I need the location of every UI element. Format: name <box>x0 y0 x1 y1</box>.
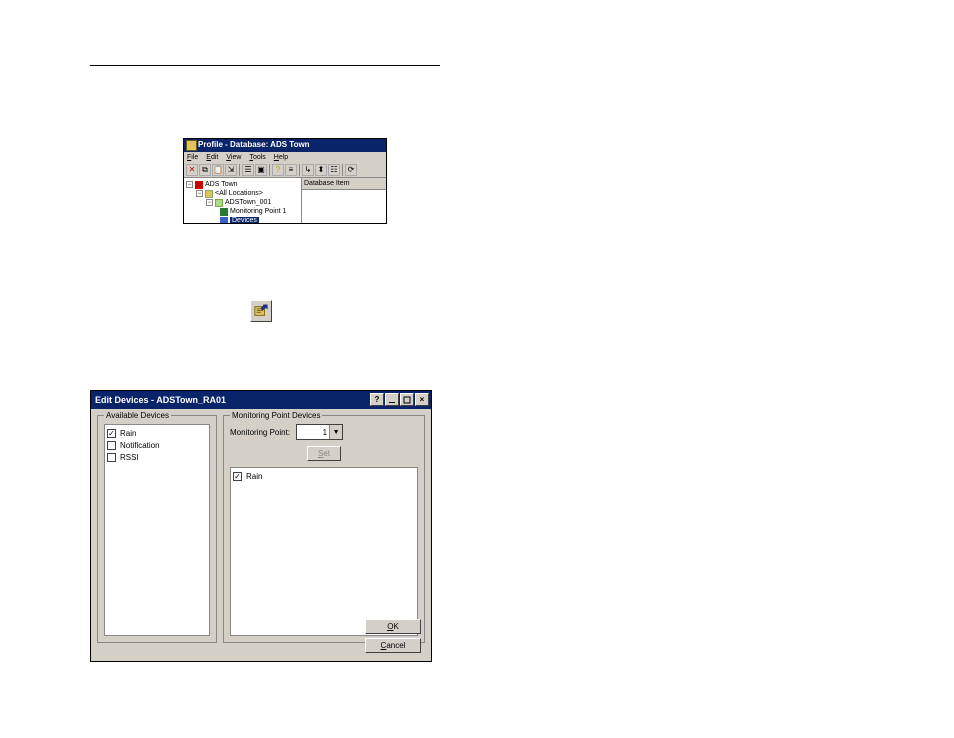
profile-window: Profile - Database: ADS Town File Edit V… <box>183 138 387 224</box>
dialog-buttons: OK Cancel <box>365 619 421 653</box>
tree-all-locations[interactable]: − <All Locations> <box>186 189 301 198</box>
tb-expand-icon[interactable]: ↳ <box>302 164 314 176</box>
details-body <box>302 190 386 224</box>
titlebar-help-button[interactable]: ? <box>370 393 384 406</box>
available-devices-list[interactable]: ✓ Rain Notification RSSI <box>104 424 210 636</box>
tree-mp-label: Monitoring Point 1 <box>230 208 286 215</box>
tb-list-icon[interactable]: ☷ <box>328 164 340 176</box>
tb-props-icon[interactable]: ☰ <box>242 164 254 176</box>
tb-collapse-icon[interactable]: ⬍ <box>315 164 327 176</box>
profile-titlebar: Profile - Database: ADS Town <box>184 139 386 152</box>
list-item[interactable]: ✓ Rain <box>107 427 207 439</box>
tb-import-icon[interactable]: ⇲ <box>225 164 237 176</box>
toolbar-separator <box>239 164 240 176</box>
db-icon <box>195 181 203 189</box>
titlebar-close-button[interactable]: × <box>415 393 429 406</box>
menu-view[interactable]: View <box>226 154 241 161</box>
checkbox[interactable]: ✓ <box>107 429 116 438</box>
list-item-label: Rain <box>120 429 136 438</box>
chevron-down-icon[interactable]: ▼ <box>329 425 342 439</box>
tree-mp[interactable]: Monitoring Point 1 <box>186 207 301 216</box>
toolbar-separator <box>342 164 343 176</box>
tb-help-icon[interactable]: ? <box>272 164 284 176</box>
mp-icon <box>220 208 228 216</box>
tree-all-loc-label: <All Locations> <box>215 190 263 197</box>
mp-label: Monitoring Point: <box>230 428 290 437</box>
titlebar-controls: ? × <box>370 393 429 406</box>
list-item[interactable]: Notification <box>107 439 207 451</box>
app-icon <box>186 140 197 151</box>
toolbar: ✕ ⧉ 📋 ⇲ ☰ ▣ ? ≡ ↳ ⬍ ☷ ⟳ <box>184 163 386 178</box>
titlebar-min-button[interactable] <box>385 393 399 406</box>
devices-icon <box>220 217 228 225</box>
cancel-button[interactable]: Cancel <box>365 638 421 653</box>
tree-location[interactable]: − ADSTown_001 <box>186 198 301 207</box>
list-item-label: Notification <box>120 441 160 450</box>
tree-pane[interactable]: − ADS Town − <All Locations> − ADSTown_0… <box>184 178 302 224</box>
collapse-icon[interactable]: − <box>186 181 193 188</box>
monitoring-point-row: Monitoring Point: ▼ <box>230 424 418 440</box>
list-item-label: RSSI <box>120 453 139 462</box>
list-item-label: Rain <box>246 472 262 481</box>
tree-location-label: ADSTown_001 <box>225 199 271 206</box>
toolbar-separator <box>269 164 270 176</box>
tree-devices-label: Devices <box>230 217 259 224</box>
menu-file-label: ile <box>191 154 198 161</box>
menu-tools[interactable]: Tools <box>249 154 265 161</box>
available-legend: Available Devices <box>104 411 171 420</box>
tb-contents-icon[interactable]: ≡ <box>285 164 297 176</box>
tb-paste-icon[interactable]: 📋 <box>212 164 224 176</box>
device-properties-button[interactable] <box>250 300 272 322</box>
dialog-titlebar: Edit Devices - ADSTown_RA01 ? × <box>91 391 431 409</box>
menu-bar: File Edit View Tools Help <box>184 152 386 163</box>
ok-button[interactable]: OK <box>365 619 421 634</box>
checkbox[interactable] <box>107 453 116 462</box>
details-pane: Database Item <box>302 178 386 224</box>
tb-sync-icon[interactable]: ⟳ <box>345 164 357 176</box>
tree-root[interactable]: − ADS Town <box>186 180 301 189</box>
mp-combobox[interactable]: ▼ <box>296 424 343 440</box>
monitor-icon <box>215 199 223 207</box>
set-button[interactable]: Set <box>307 446 341 461</box>
folder-icon <box>205 190 213 198</box>
list-item[interactable]: RSSI <box>107 451 207 463</box>
dialog-title-text: Edit Devices - ADSTown_RA01 <box>95 395 226 405</box>
dialog-body: Available Devices ✓RainNotificationRSSI … <box>91 409 431 643</box>
tree-devices[interactable]: Devices <box>186 216 301 224</box>
collapse-icon[interactable]: − <box>206 199 213 206</box>
profile-title-text: Profile - Database: ADS Town <box>198 140 310 149</box>
collapse-icon[interactable]: − <box>196 190 203 197</box>
toolbar-separator <box>299 164 300 176</box>
checkbox[interactable]: ✓ <box>233 472 242 481</box>
checkbox[interactable] <box>107 441 116 450</box>
tree-root-label: ADS Town <box>205 181 238 188</box>
tb-devices-icon[interactable]: ▣ <box>255 164 267 176</box>
edit-devices-dialog: Edit Devices - ADSTown_RA01 ? × Availabl… <box>90 390 432 662</box>
titlebar-max-button[interactable] <box>400 393 414 406</box>
profile-body: − ADS Town − <All Locations> − ADSTown_0… <box>184 178 386 224</box>
mp-devices-list[interactable]: ✓ Rain <box>230 467 418 636</box>
details-header: Database Item <box>302 178 386 190</box>
mp-devices-group: Monitoring Point Devices Monitoring Poin… <box>223 415 425 643</box>
menu-edit[interactable]: Edit <box>206 154 218 161</box>
horizontal-rule <box>90 65 440 66</box>
available-devices-group: Available Devices ✓RainNotificationRSSI <box>97 415 217 643</box>
tb-copy-icon[interactable]: ⧉ <box>199 164 211 176</box>
device-properties-icon <box>254 304 268 318</box>
menu-file[interactable]: File <box>187 154 198 161</box>
list-item[interactable]: ✓ Rain <box>233 470 415 482</box>
menu-help[interactable]: Help <box>274 154 288 161</box>
mp-legend: Monitoring Point Devices <box>230 411 322 420</box>
tb-delete-icon[interactable]: ✕ <box>186 164 198 176</box>
mp-value-input[interactable] <box>297 425 329 439</box>
